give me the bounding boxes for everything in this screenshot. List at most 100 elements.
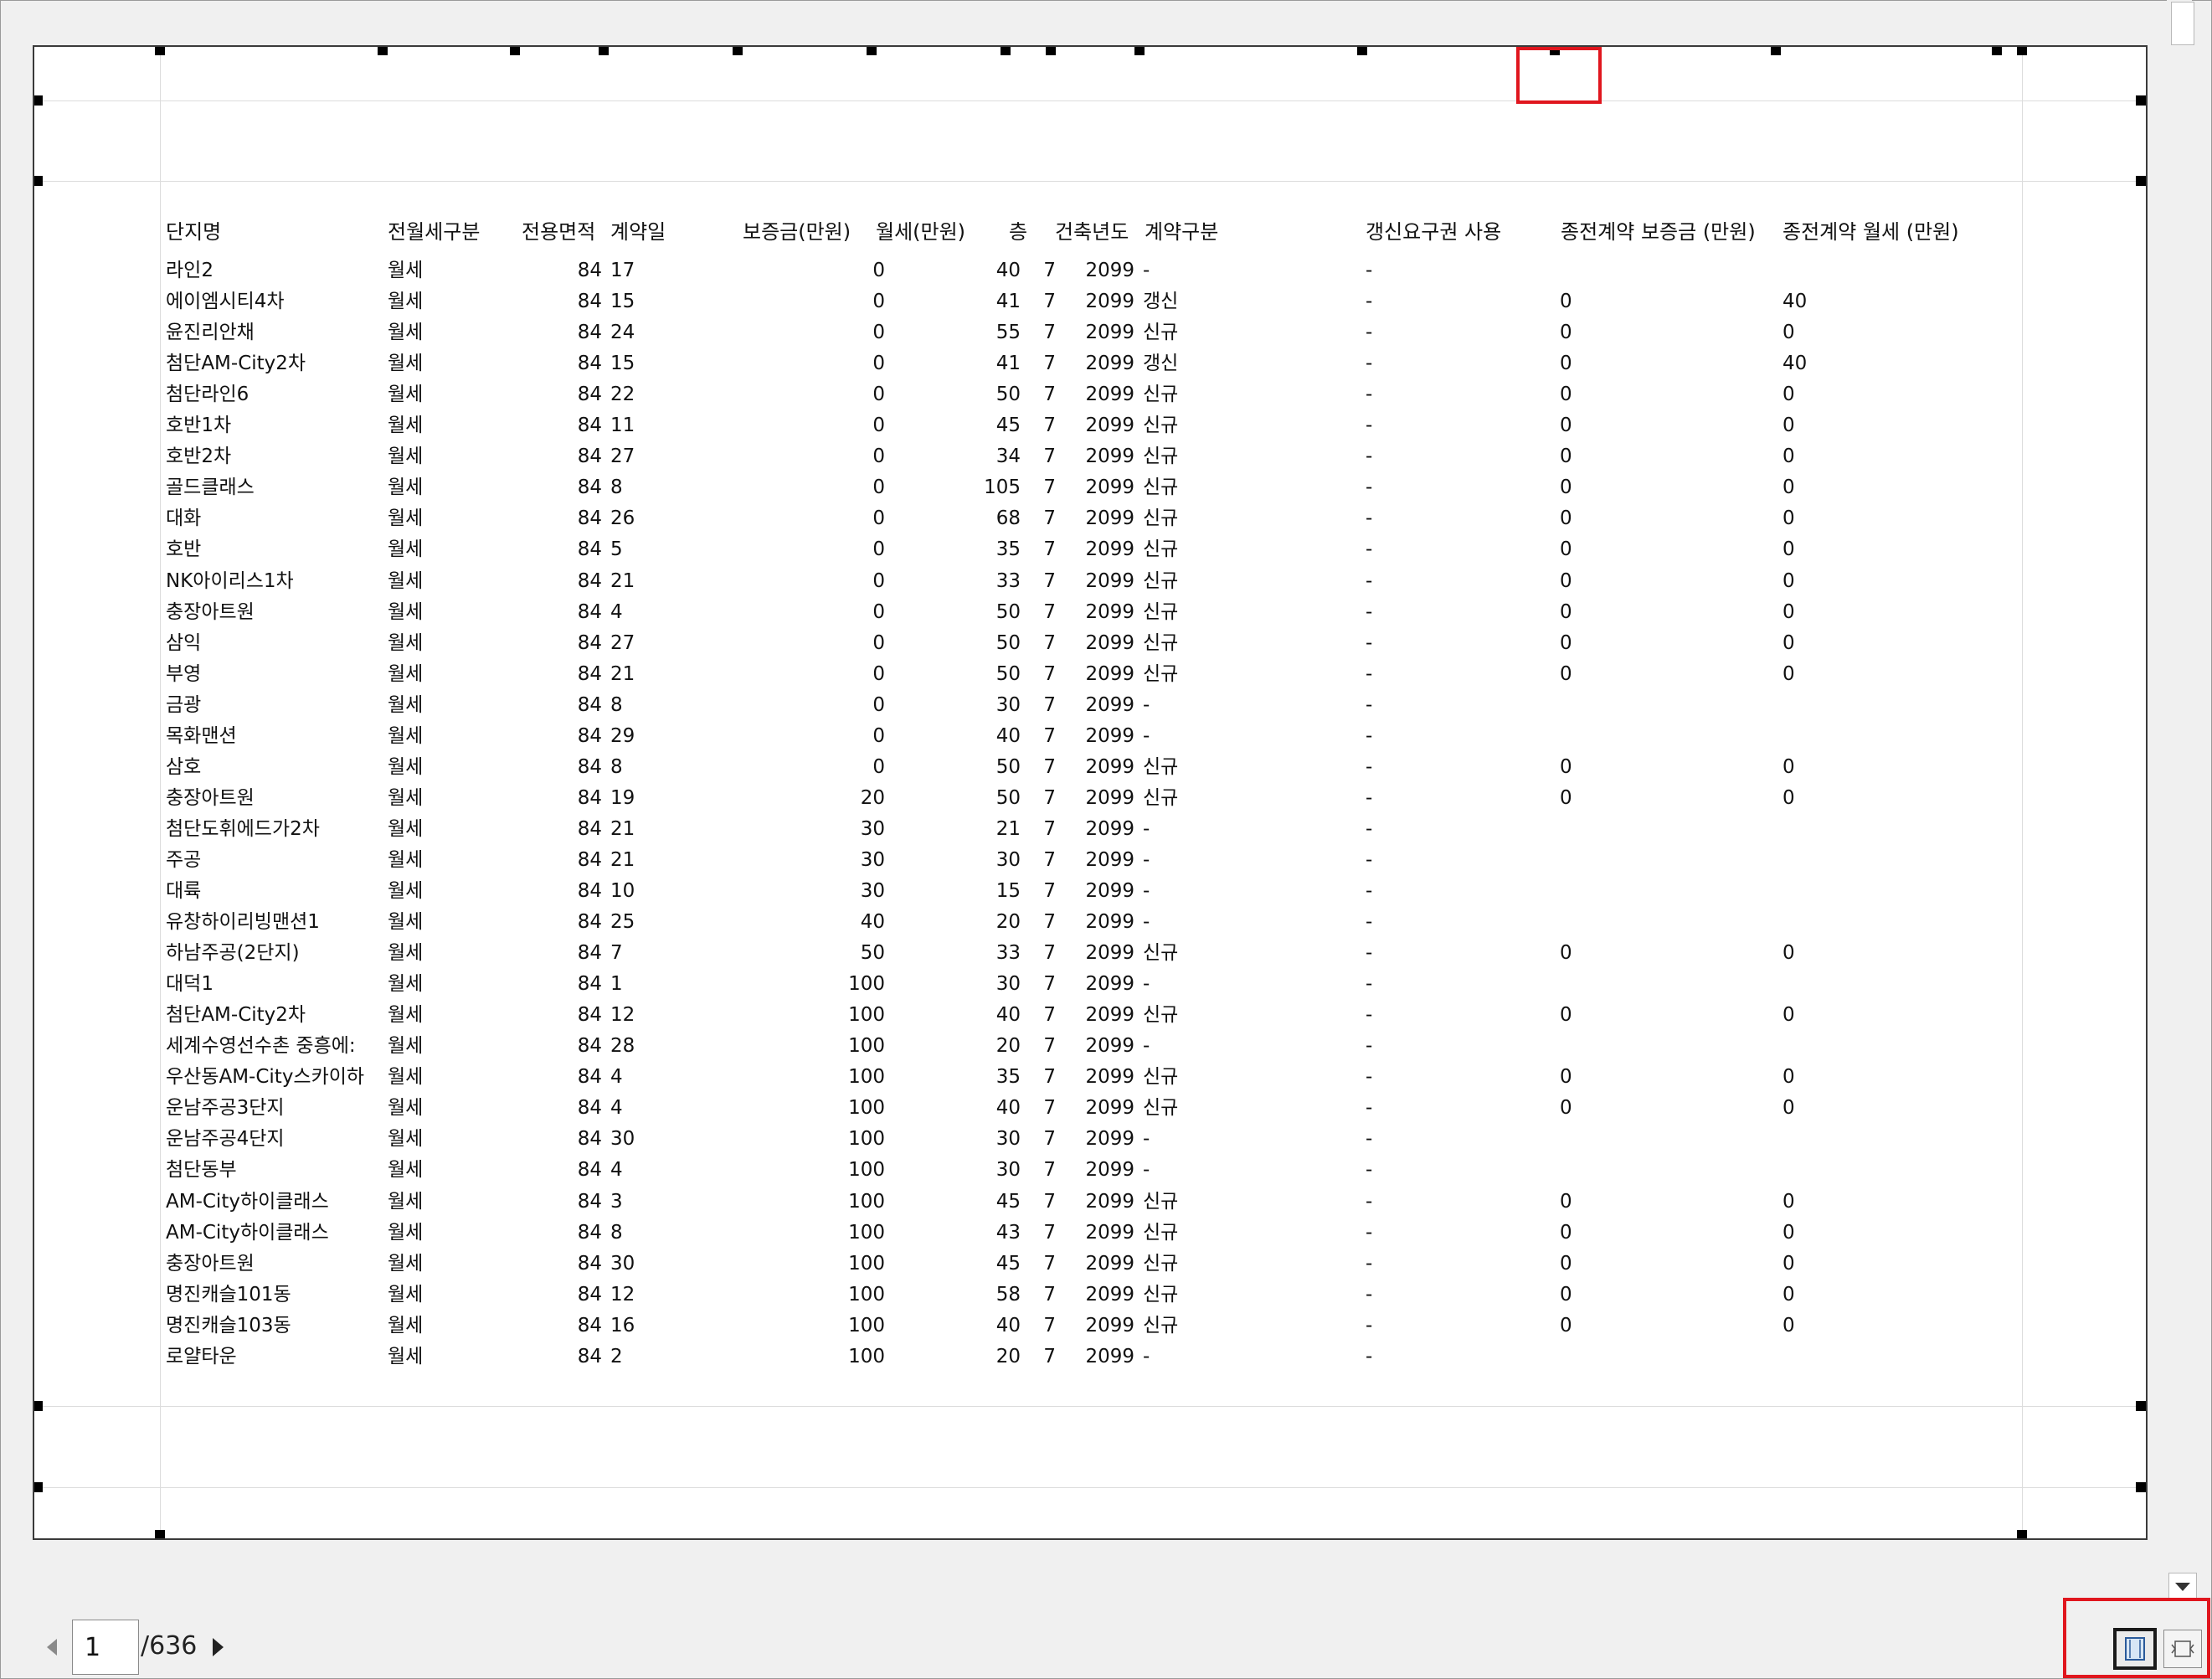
cell-renewal: - [1366, 1097, 1373, 1120]
cell-complex: 첨단라인6 [166, 384, 249, 406]
cell-contract-type: 신규 [1143, 569, 1179, 592]
cell-deposit: 0 [872, 662, 885, 685]
cell-built-year: 2099 [1085, 569, 1134, 592]
cell-contract-type: 갱신 [1143, 291, 1179, 313]
cell-monthly: 45 [995, 415, 1021, 437]
cell-prev-monthly: 0 [1782, 786, 1795, 809]
cell-monthly: 41 [995, 291, 1021, 313]
cell-renewal: - [1366, 538, 1373, 561]
cell-contract-day: 7 [610, 942, 623, 965]
scroll-down-button[interactable] [2168, 1573, 2197, 1601]
cell-prev-deposit: 0 [1560, 384, 1572, 406]
page-number-input[interactable] [72, 1620, 139, 1675]
report-table: 단지명 전월세구분 전용면적 계약일 보증금(만원) 월세(만원) 층 건축년도 계약구분 갱신요… [34, 47, 2146, 1538]
cell-area: 84 [577, 1159, 602, 1182]
cell-area: 84 [577, 476, 602, 499]
cell-rent-type: 월세 [388, 415, 424, 437]
cell-deposit: 0 [872, 724, 885, 747]
cell-contract-type: 신규 [1143, 384, 1179, 406]
cell-area: 84 [577, 1314, 602, 1337]
prev-page-button[interactable] [42, 1636, 62, 1658]
cell-contract-day: 21 [610, 569, 635, 592]
cell-deposit: 0 [872, 631, 885, 654]
cell-monthly: 45 [995, 1190, 1021, 1213]
cell-contract-type: - [1143, 1345, 1150, 1367]
cell-rent-type: 월세 [388, 1221, 424, 1244]
cell-rent-type: 월세 [388, 693, 424, 716]
cell-monthly: 40 [995, 724, 1021, 747]
cell-deposit: 100 [848, 1190, 885, 1213]
cell-rent-type: 월세 [388, 1345, 424, 1367]
cell-rent-type: 월세 [388, 507, 424, 530]
cell-complex: 충장아트원 [166, 1252, 255, 1275]
cell-monthly: 30 [995, 693, 1021, 716]
cell-rent-type: 월세 [388, 1159, 424, 1182]
cell-contract-day: 4 [610, 1097, 623, 1120]
cell-floor: 7 [1043, 1128, 1056, 1151]
cell-complex: 주공 [166, 848, 202, 871]
header-renewal: 갱신요구권 사용 [1366, 220, 1502, 244]
cell-area: 84 [577, 600, 602, 623]
cell-built-year: 2099 [1085, 600, 1134, 623]
cell-contract-day: 16 [610, 1314, 635, 1337]
cell-renewal: - [1366, 1066, 1373, 1089]
cell-built-year: 2099 [1085, 507, 1134, 530]
cell-prev-monthly: 0 [1782, 538, 1795, 561]
cell-contract-type: 신규 [1143, 1314, 1179, 1337]
cell-built-year: 2099 [1085, 476, 1134, 499]
cell-prev-monthly: 0 [1782, 476, 1795, 499]
highlight-box [2063, 1598, 2210, 1678]
cell-area: 84 [577, 291, 602, 313]
cell-deposit: 0 [872, 476, 885, 499]
cell-complex: 에이엠시티4차 [166, 291, 285, 313]
header-prev-deposit: 종전계약 보증금 (만원) [1561, 220, 1756, 244]
cell-renewal: - [1366, 662, 1373, 685]
cell-floor: 7 [1043, 322, 1056, 344]
cell-contract-day: 21 [610, 662, 635, 685]
cell-monthly: 40 [995, 1097, 1021, 1120]
cell-monthly: 40 [995, 260, 1021, 281]
cell-contract-day: 21 [610, 848, 635, 871]
cell-complex: 부영 [166, 662, 202, 685]
cell-monthly: 50 [995, 662, 1021, 685]
cell-prev-deposit: 0 [1560, 1190, 1572, 1213]
cell-complex: 세계수영선수촌 중흥에: [166, 1035, 356, 1058]
cell-prev-deposit: 0 [1560, 755, 1572, 778]
cell-built-year: 2099 [1085, 1345, 1134, 1367]
cell-deposit: 0 [872, 507, 885, 530]
cell-monthly: 41 [995, 353, 1021, 375]
cell-prev-monthly: 0 [1782, 942, 1795, 965]
cell-floor: 7 [1043, 631, 1056, 654]
cell-contract-type: 신규 [1143, 322, 1179, 344]
cell-floor: 7 [1043, 1345, 1056, 1367]
cell-deposit: 100 [848, 1066, 885, 1089]
cell-area: 84 [577, 817, 602, 840]
cell-built-year: 2099 [1085, 1004, 1134, 1027]
cell-monthly: 40 [995, 1004, 1021, 1027]
cell-prev-deposit: 0 [1560, 600, 1572, 623]
cell-rent-type: 월세 [388, 662, 424, 685]
cell-rent-type: 월세 [388, 631, 424, 654]
cell-renewal: - [1366, 507, 1373, 530]
scrollbar-thumb[interactable] [2171, 2, 2194, 45]
cell-contract-day: 29 [610, 724, 635, 747]
chevron-right-icon [212, 1638, 224, 1656]
header-area: 전용면적 [522, 220, 596, 244]
cell-area: 84 [577, 1190, 602, 1213]
cell-monthly: 50 [995, 786, 1021, 809]
header-complex: 단지명 [166, 220, 222, 244]
cell-rent-type: 월세 [388, 1252, 424, 1275]
cell-floor: 7 [1043, 1004, 1056, 1027]
cell-floor: 7 [1043, 817, 1056, 840]
report-page: 단지명 전월세구분 전용면적 계약일 보증금(만원) 월세(만원) 층 건축년도 계약구분 갱신요… [33, 45, 2148, 1540]
cell-floor: 7 [1043, 260, 1056, 281]
header-rent-type: 전월세구분 [388, 220, 481, 244]
cell-rent-type: 월세 [388, 569, 424, 592]
vertical-scrollbar[interactable] [2167, 0, 2192, 1606]
cell-rent-type: 월세 [388, 1190, 424, 1213]
cell-area: 84 [577, 1221, 602, 1244]
next-page-button[interactable] [208, 1636, 228, 1658]
cell-area: 84 [577, 1066, 602, 1089]
cell-built-year: 2099 [1085, 1128, 1134, 1151]
cell-deposit: 40 [860, 911, 885, 934]
